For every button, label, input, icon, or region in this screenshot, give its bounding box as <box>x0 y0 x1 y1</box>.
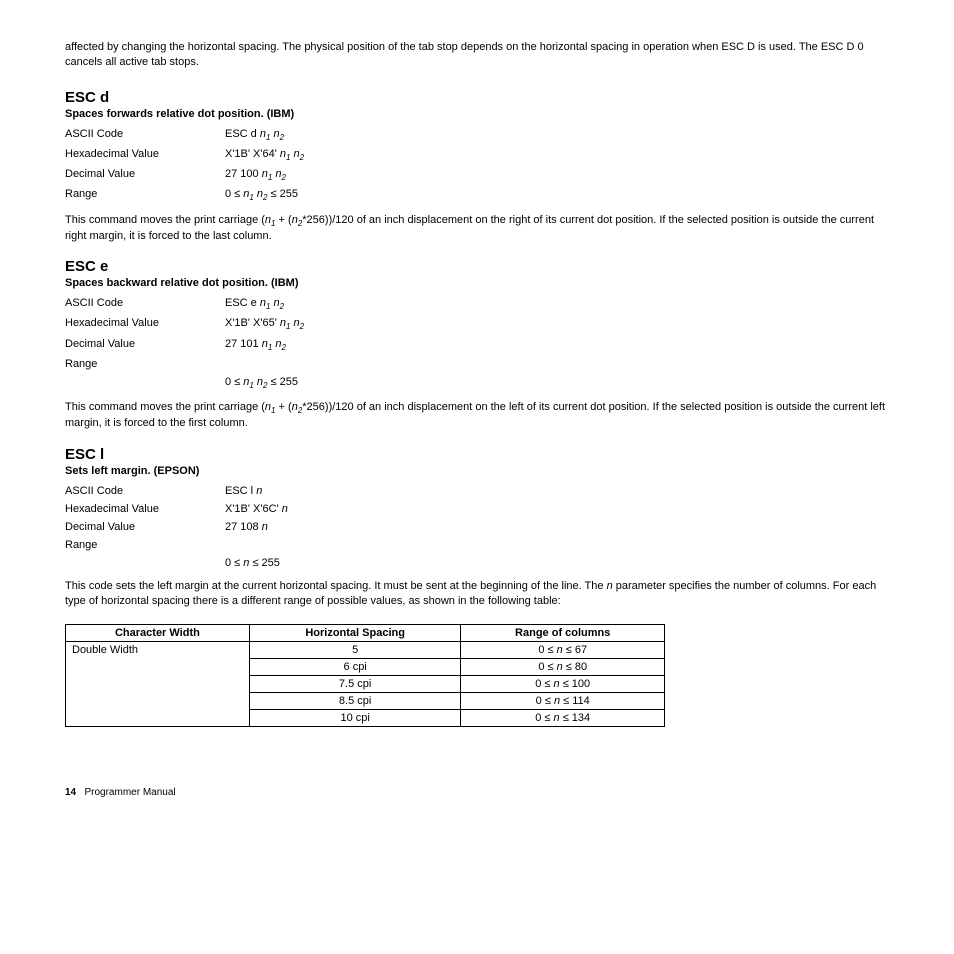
kv-row: Decimal Value27 108 n <box>65 521 889 533</box>
kv-value: ESC e n1 n2 <box>225 297 889 311</box>
kv-key: Decimal Value <box>65 338 225 352</box>
kv-key <box>65 557 225 569</box>
kv-row: Range <box>65 358 889 370</box>
cell-range: 0 ≤ n ≤ 134 <box>461 709 665 726</box>
cell-horizontal-spacing: 6 cpi <box>249 658 461 675</box>
kv-value <box>225 539 889 551</box>
section-description: This command moves the print carriage (n… <box>65 400 889 432</box>
kv-row: Hexadecimal ValueX'1B' X'6C' n <box>65 503 889 515</box>
cell-range: 0 ≤ n ≤ 67 <box>461 641 665 658</box>
th-horizontal-spacing: Horizontal Spacing <box>249 624 461 641</box>
cell-character-width: Double Width <box>66 641 250 726</box>
cell-horizontal-spacing: 7.5 cpi <box>249 675 461 692</box>
section-title: ESC d <box>65 89 889 106</box>
kv-key: Range <box>65 539 225 551</box>
kv-row: 0 ≤ n1 n2 ≤ 255 <box>65 376 889 390</box>
kv-row: Range <box>65 539 889 551</box>
kv-row: Range0 ≤ n1 n2 ≤ 255 <box>65 188 889 202</box>
kv-value: ESC d n1 n2 <box>225 128 889 142</box>
kv-row: ASCII CodeESC d n1 n2 <box>65 128 889 142</box>
kv-key: Hexadecimal Value <box>65 503 225 515</box>
footer-label: Programmer Manual <box>84 787 175 798</box>
kv-key: Range <box>65 188 225 202</box>
kv-key: Hexadecimal Value <box>65 317 225 331</box>
kv-row: ASCII CodeESC l n <box>65 485 889 497</box>
kv-row: 0 ≤ n ≤ 255 <box>65 557 889 569</box>
kv-value: 0 ≤ n1 n2 ≤ 255 <box>225 188 889 202</box>
section-subtitle: Spaces forwards relative dot position. (… <box>65 108 889 120</box>
kv-row: Decimal Value27 101 n1 n2 <box>65 338 889 352</box>
cell-range: 0 ≤ n ≤ 80 <box>461 658 665 675</box>
kv-key: Decimal Value <box>65 521 225 533</box>
kv-key: ASCII Code <box>65 485 225 497</box>
columns-table: Character Width Horizontal Spacing Range… <box>65 624 665 727</box>
th-character-width: Character Width <box>66 624 250 641</box>
cell-horizontal-spacing: 10 cpi <box>249 709 461 726</box>
kv-key <box>65 376 225 390</box>
page-number: 14 <box>65 787 76 798</box>
kv-key: ASCII Code <box>65 128 225 142</box>
intro-paragraph: affected by changing the horizontal spac… <box>65 40 889 71</box>
kv-value: 0 ≤ n ≤ 255 <box>225 557 889 569</box>
section-subtitle: Sets left margin. (EPSON) <box>65 465 889 477</box>
kv-value: X'1B' X'64' n1 n2 <box>225 148 889 162</box>
kv-value: 27 108 n <box>225 521 889 533</box>
kv-row: ASCII CodeESC e n1 n2 <box>65 297 889 311</box>
kv-value <box>225 358 889 370</box>
section-subtitle: Spaces backward relative dot position. (… <box>65 277 889 289</box>
kv-row: Hexadecimal ValueX'1B' X'64' n1 n2 <box>65 148 889 162</box>
section-description: This code sets the left margin at the cu… <box>65 579 889 610</box>
kv-key: Range <box>65 358 225 370</box>
kv-row: Hexadecimal ValueX'1B' X'65' n1 n2 <box>65 317 889 331</box>
cell-range: 0 ≤ n ≤ 114 <box>461 692 665 709</box>
kv-value: ESC l n <box>225 485 889 497</box>
kv-value: X'1B' X'6C' n <box>225 503 889 515</box>
cell-horizontal-spacing: 5 <box>249 641 461 658</box>
kv-key: Decimal Value <box>65 168 225 182</box>
table-row: Double Width50 ≤ n ≤ 67 <box>66 641 665 658</box>
section-title: ESC l <box>65 446 889 463</box>
kv-value: 0 ≤ n1 n2 ≤ 255 <box>225 376 889 390</box>
cell-horizontal-spacing: 8.5 cpi <box>249 692 461 709</box>
th-range-of-columns: Range of columns <box>461 624 665 641</box>
kv-value: 27 101 n1 n2 <box>225 338 889 352</box>
section-title: ESC e <box>65 258 889 275</box>
kv-value: 27 100 n1 n2 <box>225 168 889 182</box>
kv-value: X'1B' X'65' n1 n2 <box>225 317 889 331</box>
kv-key: Hexadecimal Value <box>65 148 225 162</box>
cell-range: 0 ≤ n ≤ 100 <box>461 675 665 692</box>
page-footer: 14 Programmer Manual <box>65 787 889 798</box>
section-description: This command moves the print carriage (n… <box>65 213 889 245</box>
kv-key: ASCII Code <box>65 297 225 311</box>
kv-row: Decimal Value27 100 n1 n2 <box>65 168 889 182</box>
